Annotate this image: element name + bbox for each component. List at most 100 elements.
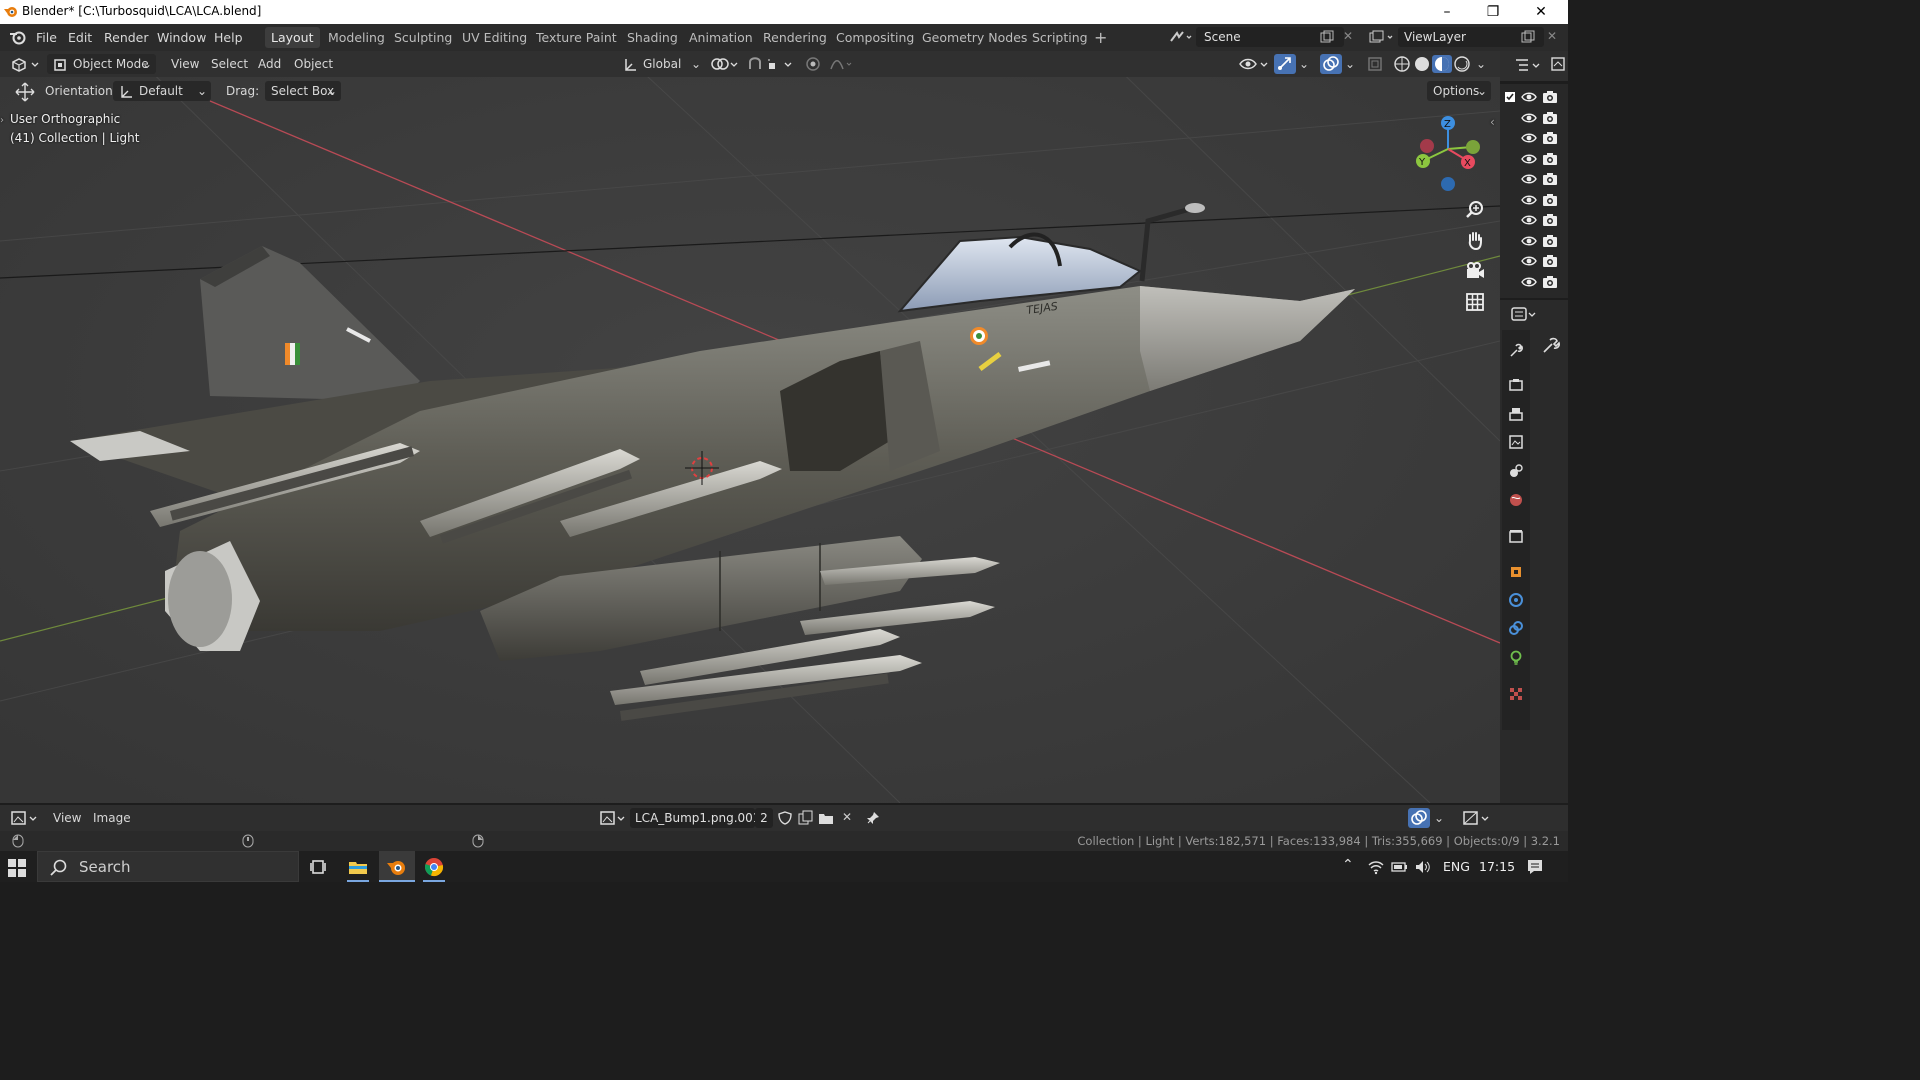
render-camera-icon[interactable] bbox=[1542, 111, 1558, 125]
windows-start-icon[interactable] bbox=[8, 859, 26, 877]
outliner-row[interactable] bbox=[1500, 231, 1568, 251]
new-view-layer-icon[interactable] bbox=[1521, 30, 1535, 44]
tab-texture-paint[interactable]: Texture Paint bbox=[530, 27, 623, 48]
editor-type-icon[interactable] bbox=[10, 56, 42, 72]
outliner-row[interactable] bbox=[1500, 87, 1568, 107]
xray-toggle-icon[interactable] bbox=[1367, 56, 1383, 72]
outliner-row[interactable] bbox=[1500, 149, 1568, 169]
outliner-display-mode-icon[interactable] bbox=[1550, 56, 1566, 72]
outliner-row[interactable] bbox=[1500, 272, 1568, 292]
drag-dropdown[interactable]: Select Box ⌄ bbox=[265, 81, 341, 101]
menu-window[interactable]: Window bbox=[157, 30, 206, 45]
tab-shading[interactable]: Shading bbox=[621, 27, 684, 48]
new-scene-icon[interactable] bbox=[1320, 30, 1334, 44]
tab-compositing[interactable]: Compositing bbox=[830, 27, 920, 48]
input-language[interactable]: ENG bbox=[1443, 859, 1470, 874]
eye-icon[interactable] bbox=[1521, 193, 1537, 207]
view-layer-tab-icon[interactable] bbox=[1508, 434, 1524, 450]
tab-animation[interactable]: Animation bbox=[683, 27, 759, 48]
shading-mode-switch[interactable] bbox=[1392, 55, 1472, 73]
world-tab-icon[interactable] bbox=[1508, 492, 1524, 508]
outliner-row[interactable] bbox=[1500, 108, 1568, 128]
outliner-row[interactable] bbox=[1500, 210, 1568, 230]
output-tab-icon[interactable] bbox=[1508, 406, 1524, 422]
chevron-down-icon[interactable]: ⌄ bbox=[1476, 57, 1486, 71]
volume-icon[interactable] bbox=[1414, 859, 1432, 875]
show-hidden-icons-chevron-icon[interactable]: ⌃ bbox=[1342, 857, 1354, 873]
sidebar-toggle-right[interactable]: ‹ bbox=[1490, 115, 1495, 129]
transform-orientation-dropdown[interactable]: Global ⌄ bbox=[623, 54, 703, 74]
eye-icon[interactable] bbox=[1521, 90, 1537, 104]
eye-icon[interactable] bbox=[1521, 275, 1537, 289]
options-dropdown[interactable]: Options ⌄ bbox=[1427, 81, 1491, 101]
viewport-menu-view[interactable]: View bbox=[171, 54, 199, 74]
tab-geometry-nodes[interactable]: Geometry Nodes bbox=[916, 27, 1033, 48]
outliner-row[interactable] bbox=[1500, 128, 1568, 148]
pivot-point-icon[interactable] bbox=[710, 56, 740, 72]
outliner-row[interactable] bbox=[1500, 251, 1568, 271]
render-camera-icon[interactable] bbox=[1542, 152, 1558, 166]
physics-tab-icon[interactable] bbox=[1508, 592, 1524, 608]
render-tab-icon[interactable] bbox=[1508, 377, 1524, 393]
menu-edit[interactable]: Edit bbox=[68, 30, 92, 45]
blender-menu-icon[interactable] bbox=[9, 29, 27, 45]
open-image-folder-icon[interactable] bbox=[818, 810, 834, 826]
eye-icon[interactable] bbox=[1521, 152, 1537, 166]
gizmo-toggle-button[interactable] bbox=[1274, 54, 1296, 74]
chevron-down-icon[interactable]: ⌄ bbox=[1345, 57, 1355, 71]
tab-uv-editing[interactable]: UV Editing bbox=[456, 27, 533, 48]
tab-scripting[interactable]: Scripting bbox=[1026, 27, 1094, 48]
close-button[interactable]: ✕ bbox=[1518, 0, 1564, 24]
outliner-editor-type-icon[interactable] bbox=[1514, 57, 1542, 73]
scene-selector-icon[interactable] bbox=[1169, 29, 1193, 45]
eye-icon[interactable] bbox=[1521, 172, 1537, 186]
image-editor-type-icon[interactable] bbox=[10, 810, 40, 826]
render-camera-icon[interactable] bbox=[1542, 193, 1558, 207]
render-camera-icon[interactable] bbox=[1542, 131, 1558, 145]
image-name-field[interactable]: LCA_Bump1.png.001 bbox=[630, 808, 760, 828]
task-view-icon[interactable] bbox=[308, 856, 330, 878]
visibility-selectability-icon[interactable] bbox=[1238, 56, 1270, 72]
tab-layout[interactable]: Layout bbox=[265, 27, 320, 48]
camera-view-icon[interactable] bbox=[1464, 260, 1486, 282]
chrome-icon[interactable] bbox=[423, 856, 445, 878]
viewport-menu-add[interactable]: Add bbox=[258, 54, 281, 74]
menu-help[interactable]: Help bbox=[214, 30, 243, 45]
outliner-row[interactable] bbox=[1500, 190, 1568, 210]
render-camera-icon[interactable] bbox=[1542, 90, 1558, 104]
image-gizmo-toggle[interactable] bbox=[1408, 808, 1430, 828]
eye-icon[interactable] bbox=[1521, 131, 1537, 145]
tab-rendering[interactable]: Rendering bbox=[757, 27, 833, 48]
taskbar-search-box[interactable]: Search bbox=[37, 851, 299, 882]
render-camera-icon[interactable] bbox=[1542, 254, 1558, 268]
render-camera-icon[interactable] bbox=[1542, 213, 1558, 227]
blender-taskbar-icon[interactable] bbox=[386, 856, 408, 878]
properties-editor-type-icon[interactable] bbox=[1510, 305, 1538, 323]
wifi-icon[interactable] bbox=[1367, 859, 1385, 875]
zoom-icon[interactable] bbox=[1464, 199, 1486, 221]
image-menu-image[interactable]: Image bbox=[93, 808, 131, 828]
sidebar-toggle-left[interactable]: › bbox=[0, 115, 4, 126]
object-tab-icon[interactable] bbox=[1508, 564, 1524, 580]
navigation-gizmo[interactable]: Z Y X bbox=[1410, 111, 1490, 196]
eye-icon[interactable] bbox=[1521, 254, 1537, 268]
unlink-image-icon[interactable]: ✕ bbox=[842, 810, 852, 824]
tool-tab-icon[interactable] bbox=[1508, 342, 1524, 358]
eye-icon[interactable] bbox=[1521, 111, 1537, 125]
tab-sculpting[interactable]: Sculpting bbox=[388, 27, 458, 48]
delete-view-layer-icon[interactable]: ✕ bbox=[1547, 29, 1557, 43]
chevron-down-icon[interactable]: ⌄ bbox=[1434, 811, 1444, 825]
object-mode-dropdown[interactable]: Object Mode ⌄ bbox=[47, 54, 156, 74]
notification-center-icon[interactable] bbox=[1526, 858, 1544, 876]
render-camera-icon[interactable] bbox=[1542, 172, 1558, 186]
chevron-down-icon[interactable]: ⌄ bbox=[1299, 57, 1309, 71]
eye-icon[interactable] bbox=[1521, 213, 1537, 227]
image-browse-icon[interactable] bbox=[599, 810, 627, 826]
outliner-row[interactable] bbox=[1500, 169, 1568, 189]
tab-modeling[interactable]: Modeling bbox=[322, 27, 391, 48]
pin-icon[interactable] bbox=[865, 810, 881, 826]
display-channels-icon[interactable] bbox=[1462, 810, 1492, 826]
tool-properties-icon[interactable] bbox=[1540, 336, 1562, 356]
render-camera-icon[interactable] bbox=[1542, 275, 1558, 289]
collection-checkbox-icon[interactable] bbox=[1504, 91, 1516, 103]
